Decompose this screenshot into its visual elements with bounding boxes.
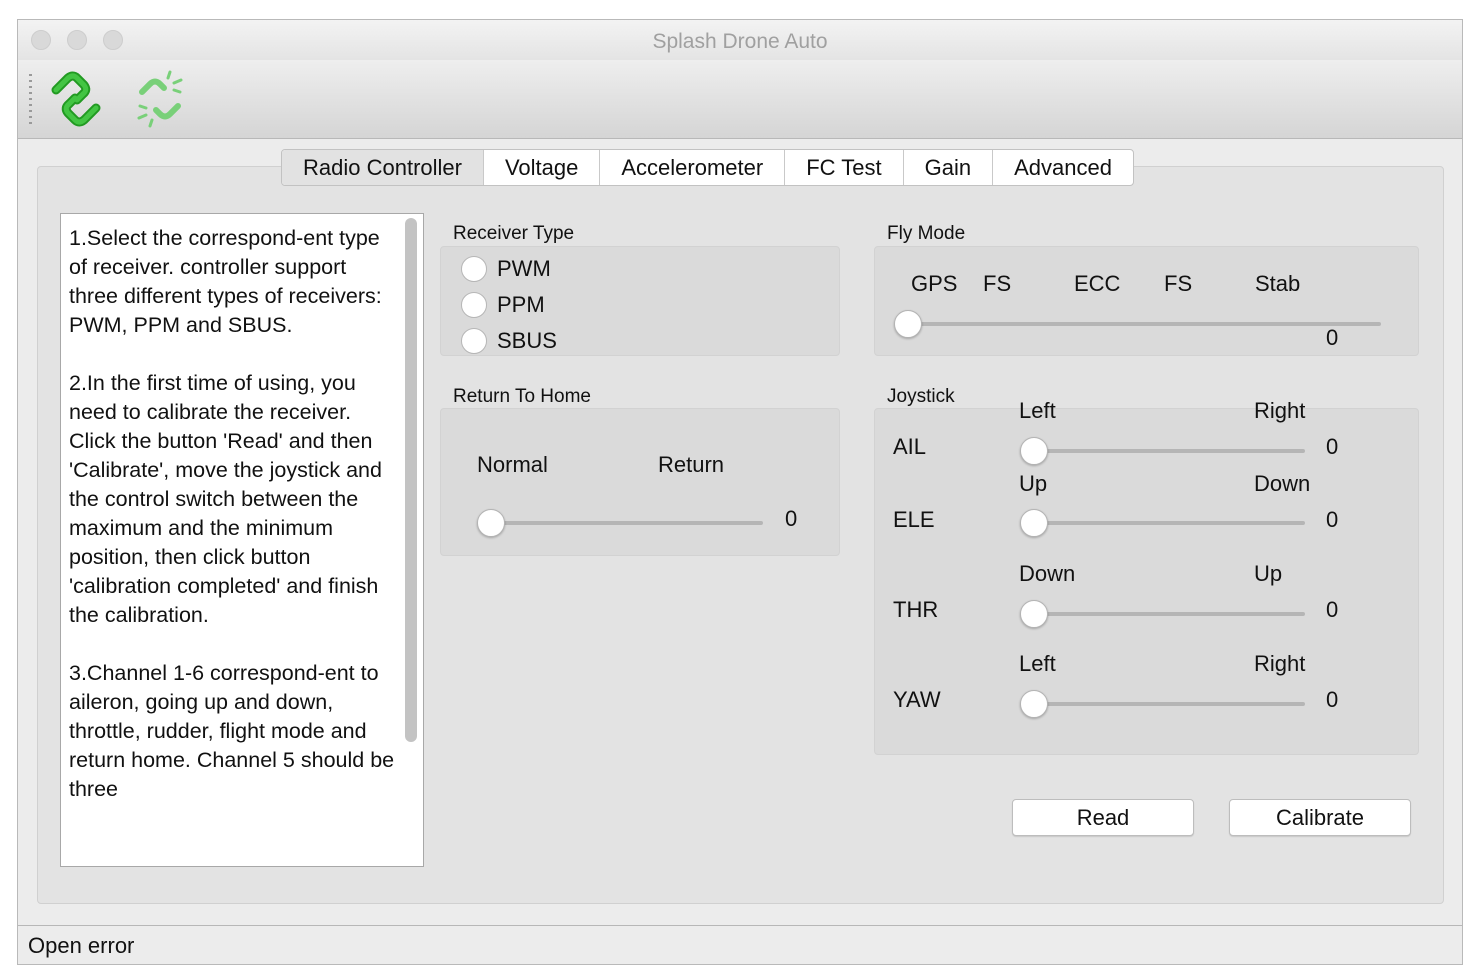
thr-min-label: Down (1019, 561, 1076, 586)
return-home-slider-track[interactable] (481, 521, 763, 525)
window-title: Splash Drone Auto (652, 30, 828, 53)
return-home-return-label: Return (658, 452, 725, 477)
tab-gain[interactable]: Gain (902, 150, 992, 185)
joystick-title: Joystick (887, 386, 955, 407)
thr-value: 0 (1326, 597, 1339, 622)
tab-radio-controller[interactable]: Radio Controller (282, 150, 483, 185)
radio-pwm[interactable]: PWM (461, 254, 551, 284)
broken-link-icon[interactable] (130, 70, 190, 128)
fly-mode-title: Fly Mode (887, 223, 966, 244)
help-scrollbar[interactable] (405, 218, 417, 742)
calibrate-button[interactable]: Calibrate (1229, 799, 1411, 836)
fly-mode-label-fs-2: FS (1164, 271, 1193, 296)
fly-mode-label-ecc: ECC (1074, 271, 1121, 296)
ail-value: 0 (1326, 434, 1339, 459)
read-button[interactable]: Read (1012, 799, 1194, 836)
ele-max-label: Down (1254, 471, 1311, 496)
radio-sbus[interactable]: SBUS (461, 326, 557, 356)
thr-max-label: Up (1254, 561, 1283, 586)
fly-mode-slider-track[interactable] (911, 322, 1381, 326)
tab-accelerometer[interactable]: Accelerometer (599, 150, 784, 185)
ail-max-label: Right (1254, 398, 1306, 423)
yaw-channel-label: YAW (893, 687, 941, 712)
radio-button[interactable] (461, 328, 487, 354)
thr-channel-label: THR (893, 597, 939, 622)
fly-mode-label-stab: Stab (1255, 271, 1301, 296)
radio-button[interactable] (461, 256, 487, 282)
ele-value: 0 (1326, 507, 1339, 532)
thr-slider-track[interactable] (1035, 612, 1305, 616)
ail-channel-label: AIL (893, 434, 927, 459)
ail-min-label: Left (1019, 398, 1056, 423)
return-home-title: Return To Home (453, 386, 591, 407)
toolbar (18, 60, 1462, 139)
fly-mode-label-fs: FS (983, 271, 1012, 296)
fly-mode-label-gps: GPS (911, 271, 958, 296)
fly-mode-slider-handle[interactable] (894, 310, 922, 338)
help-text: 1.Select the correspond-ent type of rece… (69, 226, 395, 801)
status-bar: Open error (18, 925, 1462, 964)
yaw-slider-handle[interactable] (1020, 690, 1048, 718)
radio-label-pwm: PWM (497, 256, 551, 281)
app-window: Splash Drone Auto Radio Controller Volta… (17, 19, 1463, 965)
yaw-slider-track[interactable] (1035, 702, 1305, 706)
ail-slider-handle[interactable] (1020, 437, 1048, 465)
yaw-min-label: Left (1019, 651, 1056, 676)
yaw-value: 0 (1326, 687, 1339, 712)
tab-advanced[interactable]: Advanced (992, 150, 1133, 185)
radio-button[interactable] (461, 292, 487, 318)
yaw-max-label: Right (1254, 651, 1306, 676)
return-home-slider-handle[interactable] (477, 509, 505, 537)
fly-mode-group: GPS FS ECC FS Stab 0 (874, 246, 1419, 356)
toolbar-grip[interactable] (29, 74, 32, 126)
return-home-group: Normal Return 0 (440, 408, 840, 556)
radio-label-ppm: PPM (497, 292, 545, 317)
ele-channel-label: ELE (893, 507, 935, 532)
ele-slider-handle[interactable] (1020, 509, 1048, 537)
tab-bar: Radio Controller Voltage Accelerometer F… (281, 149, 1134, 186)
receiver-type-title: Receiver Type (453, 223, 575, 244)
tab-voltage[interactable]: Voltage (482, 150, 599, 185)
fly-mode-value: 0 (1326, 325, 1339, 350)
help-text-box[interactable]: 1.Select the correspond-ent type of rece… (60, 213, 424, 867)
radio-ppm[interactable]: PPM (461, 290, 545, 320)
return-home-normal-label: Normal (477, 452, 548, 477)
thr-slider-handle[interactable] (1020, 600, 1048, 628)
tab-fc-test[interactable]: FC Test (784, 150, 902, 185)
ele-min-label: Up (1019, 471, 1048, 496)
ail-slider-track[interactable] (1035, 449, 1305, 453)
ele-slider-track[interactable] (1035, 521, 1305, 525)
title-bar: Splash Drone Auto (18, 20, 1462, 61)
radio-label-sbus: SBUS (497, 328, 557, 353)
receiver-type-group: PWM PPM SBUS (440, 246, 840, 356)
return-home-value: 0 (785, 506, 798, 531)
link-icon[interactable] (46, 70, 106, 128)
joystick-group: Left Right AIL 0 Up Down ELE 0 Down Up T… (874, 398, 1419, 755)
status-text: Open error (28, 933, 135, 958)
